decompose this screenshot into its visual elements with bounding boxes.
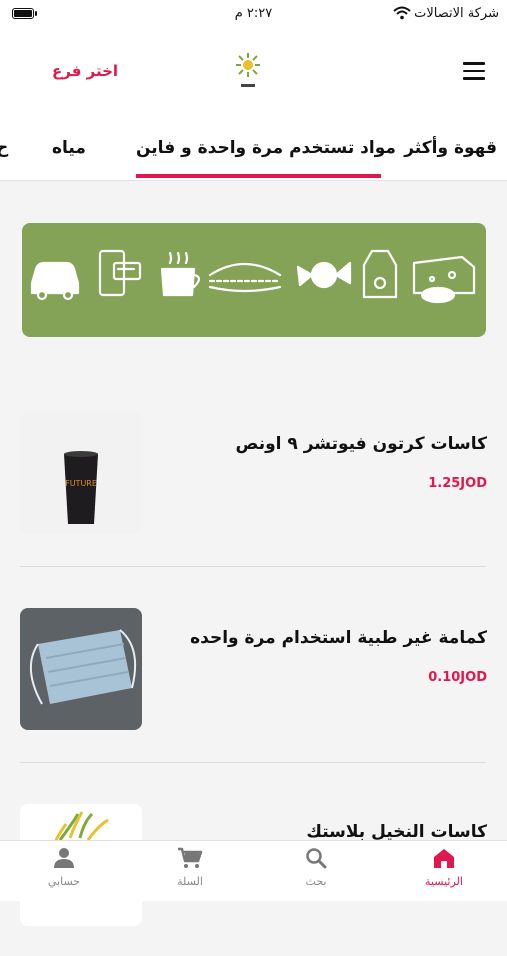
product-image[interactable]: FUTURE [20,412,142,534]
menu-icon[interactable] [463,62,485,80]
bottom-navigation: الرئيسية بحث السلة حسابي [0,840,507,901]
battery-icon [12,8,37,19]
nav-cart[interactable]: السلة [150,847,230,888]
select-branch-button[interactable]: اختر فرع [52,62,118,80]
cart-icon [178,847,203,868]
nav-home-label: الرئيسية [425,875,463,888]
status-bar: ٢:٢٧ م شركة الاتصالات [0,0,507,28]
product-name: كاسات كرتون فيوتشر ٩ اونص [235,434,488,454]
product-item[interactable]: كمامة غير طبية استخدام مرة واحده 0.10JOD [0,600,507,760]
product-item[interactable]: FUTURE كاسات كرتون فيوتشر ٩ اونص 1.25JOD [0,404,507,564]
nav-search[interactable]: بحث [276,847,356,888]
car-icon [30,261,80,301]
milk-carton-icon [362,249,398,299]
tab-next[interactable]: ح [0,138,8,158]
nav-account[interactable]: حسابي [24,847,104,888]
app-header: اختر فرع [0,28,507,116]
nav-home[interactable]: الرئيسية [404,847,484,888]
divider [20,762,486,763]
nav-search-label: بحث [305,875,327,888]
product-name: كمامة غير طبية استخدام مرة واحده [190,628,487,648]
tab-coffee[interactable]: قهوة وأكثر [404,138,497,158]
tab-disposables[interactable]: مواد تستخدم مرة واحدة و فاين [136,138,396,158]
promo-banner [22,223,486,337]
cheese-icon [412,255,476,304]
brand-logo [236,53,260,87]
product-image[interactable] [20,608,142,730]
user-icon [54,848,74,868]
product-image-text: FUTURE [65,479,97,488]
nav-cart-label: السلة [177,875,203,888]
category-tabs: قهوة وأكثر مواد تستخدم مرة واحدة و فاين … [0,116,507,181]
search-icon [306,848,327,869]
product-price: 1.25JOD [428,476,487,491]
active-tab-indicator [136,174,381,178]
divider [20,566,486,567]
product-price: 0.10JOD [428,670,487,685]
carrier-name: شركة الاتصالات [414,6,499,21]
home-icon [434,849,454,868]
nav-account-label: حسابي [47,875,81,888]
product-name: كاسات النخيل بلاستك [306,822,487,842]
wifi-icon [393,6,411,20]
mobile-payment-icon [98,249,142,297]
sandwich-icon [208,263,282,293]
tab-water[interactable]: مياه [52,138,86,158]
status-time: ٢:٢٧ م [234,6,273,21]
candy-icon [296,261,352,289]
coffee-cup-icon [160,251,201,297]
